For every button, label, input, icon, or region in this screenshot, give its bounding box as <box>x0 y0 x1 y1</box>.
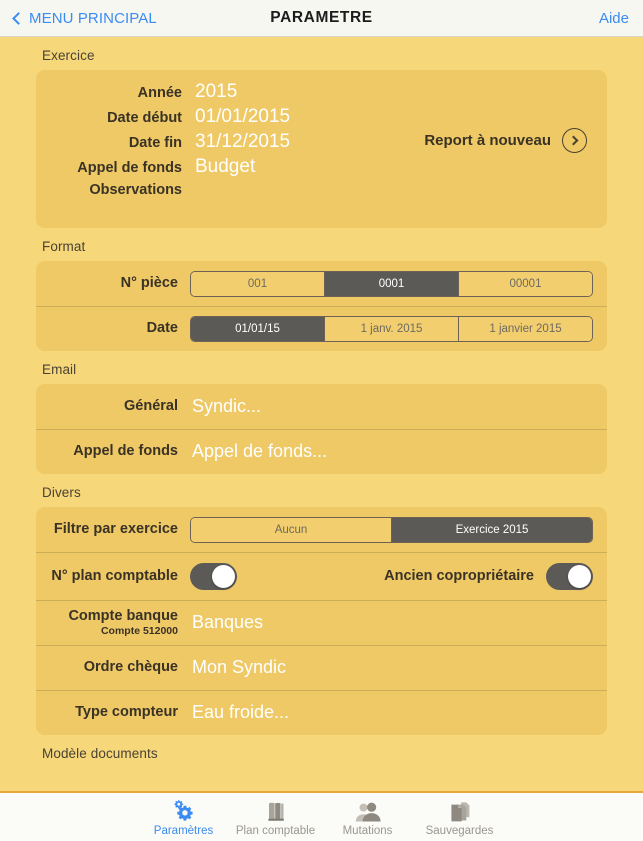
people-icon <box>354 798 382 824</box>
label-numero-piece: N° pièce <box>120 275 178 292</box>
exercice-value-appel-de-fonds: Budget <box>195 156 256 177</box>
value-ordre-cheque: Mon Syndic <box>192 657 287 678</box>
tab-label-sauvegardes: Sauvegardes <box>425 824 494 837</box>
tab-label-plan-comptable: Plan comptable <box>235 824 316 837</box>
gears-icon <box>171 798 197 824</box>
tab-bar: Paramètres Plan comptable Mutations Sauv… <box>0 791 643 841</box>
exercice-row-observations[interactable]: Observations <box>36 182 195 198</box>
label-ordre-cheque: Ordre chèque <box>83 659 178 676</box>
segment-piece-0001[interactable]: 0001 <box>325 271 459 296</box>
segment-date-long[interactable]: 1 janvier 2015 <box>459 316 592 341</box>
help-button[interactable]: Aide <box>599 10 629 27</box>
format-card: N° pièce 001 0001 00001 Date 01/01/15 1 … <box>36 261 607 351</box>
settings-screen: MENU PRINCIPAL PARAMETRE Aide Exercice A… <box>0 0 643 841</box>
exercice-label-appel-de-fonds: Appel de fonds <box>77 160 182 176</box>
label-email-appel-de-fonds: Appel de fonds <box>73 443 178 460</box>
exercice-value-date-fin: 31/12/2015 <box>195 131 291 152</box>
segment-piece-00001[interactable]: 00001 <box>459 271 592 296</box>
tab-label-parametres: Paramètres <box>153 824 214 837</box>
label-filtre-par-exercice: Filtre par exercice <box>53 521 178 538</box>
section-header-format: Format <box>42 239 86 254</box>
segmented-format-date[interactable]: 01/01/15 1 janv. 2015 1 janvier 2015 <box>190 315 593 342</box>
report-a-nouveau-label: Report à nouveau <box>424 132 551 149</box>
segment-date-short[interactable]: 1 janv. 2015 <box>325 316 459 341</box>
segment-filtre-aucun[interactable]: Aucun <box>191 517 392 542</box>
row-format-date: Date 01/01/15 1 janv. 2015 1 janvier 201… <box>36 306 607 351</box>
value-email-appel-de-fonds: Appel de fonds... <box>192 441 328 462</box>
documents-icon <box>448 798 472 824</box>
tab-label-mutations: Mutations <box>342 824 393 837</box>
navigation-bar: MENU PRINCIPAL PARAMETRE Aide <box>0 0 643 37</box>
label-type-compteur: Type compteur <box>75 704 178 721</box>
exercice-card: Année 2015 Date début 01/01/2015 Date fi… <box>36 70 607 228</box>
section-header-email: Email <box>42 362 77 377</box>
value-email-general: Syndic... <box>192 396 262 417</box>
value-type-compteur: Eau froide... <box>192 702 290 723</box>
sublabel-compte-banque: Compte 512000 <box>100 625 178 638</box>
row-email-appel-de-fonds[interactable]: Appel de fonds Appel de fonds... <box>36 429 607 474</box>
chevron-right-circle-icon <box>562 128 587 153</box>
row-ordre-cheque[interactable]: Ordre chèque Mon Syndic <box>36 645 607 690</box>
exercice-value-annee: 2015 <box>195 81 238 102</box>
exercice-label-observations: Observations <box>89 182 182 198</box>
exercice-row-date-debut[interactable]: Date début 01/01/2015 <box>36 106 290 128</box>
segmented-numero-piece[interactable]: 001 0001 00001 <box>190 270 593 297</box>
books-icon <box>264 798 288 824</box>
row-type-compteur[interactable]: Type compteur Eau froide... <box>36 690 607 735</box>
section-header-modele-documents: Modèle documents <box>42 746 158 761</box>
row-toggles: N° plan comptable Ancien copropriétaire <box>36 552 607 600</box>
label-format-date: Date <box>146 320 178 337</box>
settings-scroll-area[interactable]: Exercice Année 2015 Date début 01/01/201… <box>0 37 643 791</box>
exercice-value-date-debut: 01/01/2015 <box>195 106 291 127</box>
label-compte-banque: Compte banque <box>68 607 178 624</box>
segment-filtre-exercice-2015[interactable]: Exercice 2015 <box>392 517 592 542</box>
section-header-exercice: Exercice <box>42 48 95 63</box>
divers-card: Filtre par exercice Aucun Exercice 2015 … <box>36 507 607 735</box>
row-email-general[interactable]: Général Syndic... <box>36 384 607 429</box>
segment-piece-001[interactable]: 001 <box>191 271 325 296</box>
row-numero-piece: N° pièce 001 0001 00001 <box>36 261 607 306</box>
tab-mutations[interactable]: Mutations <box>322 798 414 837</box>
row-compte-banque[interactable]: Compte banque Compte 512000 Banques <box>36 600 607 645</box>
exercice-label-date-fin: Date fin <box>128 135 182 151</box>
toggle-ancien-coproprietaire[interactable] <box>546 562 593 590</box>
email-card: Général Syndic... Appel de fonds Appel d… <box>36 384 607 474</box>
back-button-label: MENU PRINCIPAL <box>29 9 157 27</box>
exercice-row-date-fin[interactable]: Date fin 31/12/2015 <box>36 131 290 153</box>
tab-sauvegardes[interactable]: Sauvegardes <box>414 798 506 837</box>
chevron-left-icon <box>12 11 25 25</box>
segmented-filtre-par-exercice[interactable]: Aucun Exercice 2015 <box>190 516 593 543</box>
label-numero-plan-comptable: N° plan comptable <box>51 567 178 584</box>
exercice-label-date-debut: Date début <box>107 110 182 126</box>
exercice-row-annee[interactable]: Année 2015 <box>36 81 238 103</box>
exercice-label-annee: Année <box>137 85 182 101</box>
label-ancien-coproprietaire: Ancien copropriétaire <box>384 567 534 584</box>
section-header-divers: Divers <box>42 485 81 500</box>
row-filtre-par-exercice: Filtre par exercice Aucun Exercice 2015 <box>36 507 607 552</box>
segment-date-numeric[interactable]: 01/01/15 <box>191 316 325 341</box>
value-compte-banque: Banques <box>192 612 264 633</box>
tab-plan-comptable[interactable]: Plan comptable <box>230 798 322 837</box>
report-a-nouveau-button[interactable]: Report à nouveau <box>424 128 587 153</box>
label-email-general: Général <box>124 398 178 415</box>
tab-parametres[interactable]: Paramètres <box>138 798 230 837</box>
exercice-row-appel-de-fonds[interactable]: Appel de fonds Budget <box>36 156 255 178</box>
toggle-numero-plan-comptable[interactable] <box>190 562 237 590</box>
back-to-main-menu-button[interactable]: MENU PRINCIPAL <box>12 9 157 27</box>
